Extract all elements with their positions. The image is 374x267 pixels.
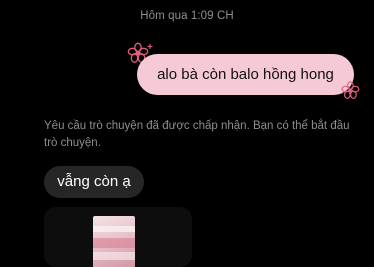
image-thumbnail[interactable] [93, 216, 135, 267]
incoming-image-message[interactable] [44, 207, 192, 267]
chat-request-accepted-notice: Yêu cầu trò chuyện đã được chấp nhận. Bạ… [44, 120, 350, 149]
thumbnail-detail [93, 238, 135, 248]
incoming-message-bubble[interactable]: vẫng còn ạ [44, 166, 144, 198]
message-timestamp: Hôm qua 1:09 CH [140, 10, 234, 22]
thumbnail-detail [93, 226, 135, 232]
thumbnail-detail [93, 252, 135, 260]
flower-doodle-icon [341, 81, 360, 99]
outgoing-message-bubble[interactable]: alo bà còn balo hồng hong [137, 54, 354, 95]
